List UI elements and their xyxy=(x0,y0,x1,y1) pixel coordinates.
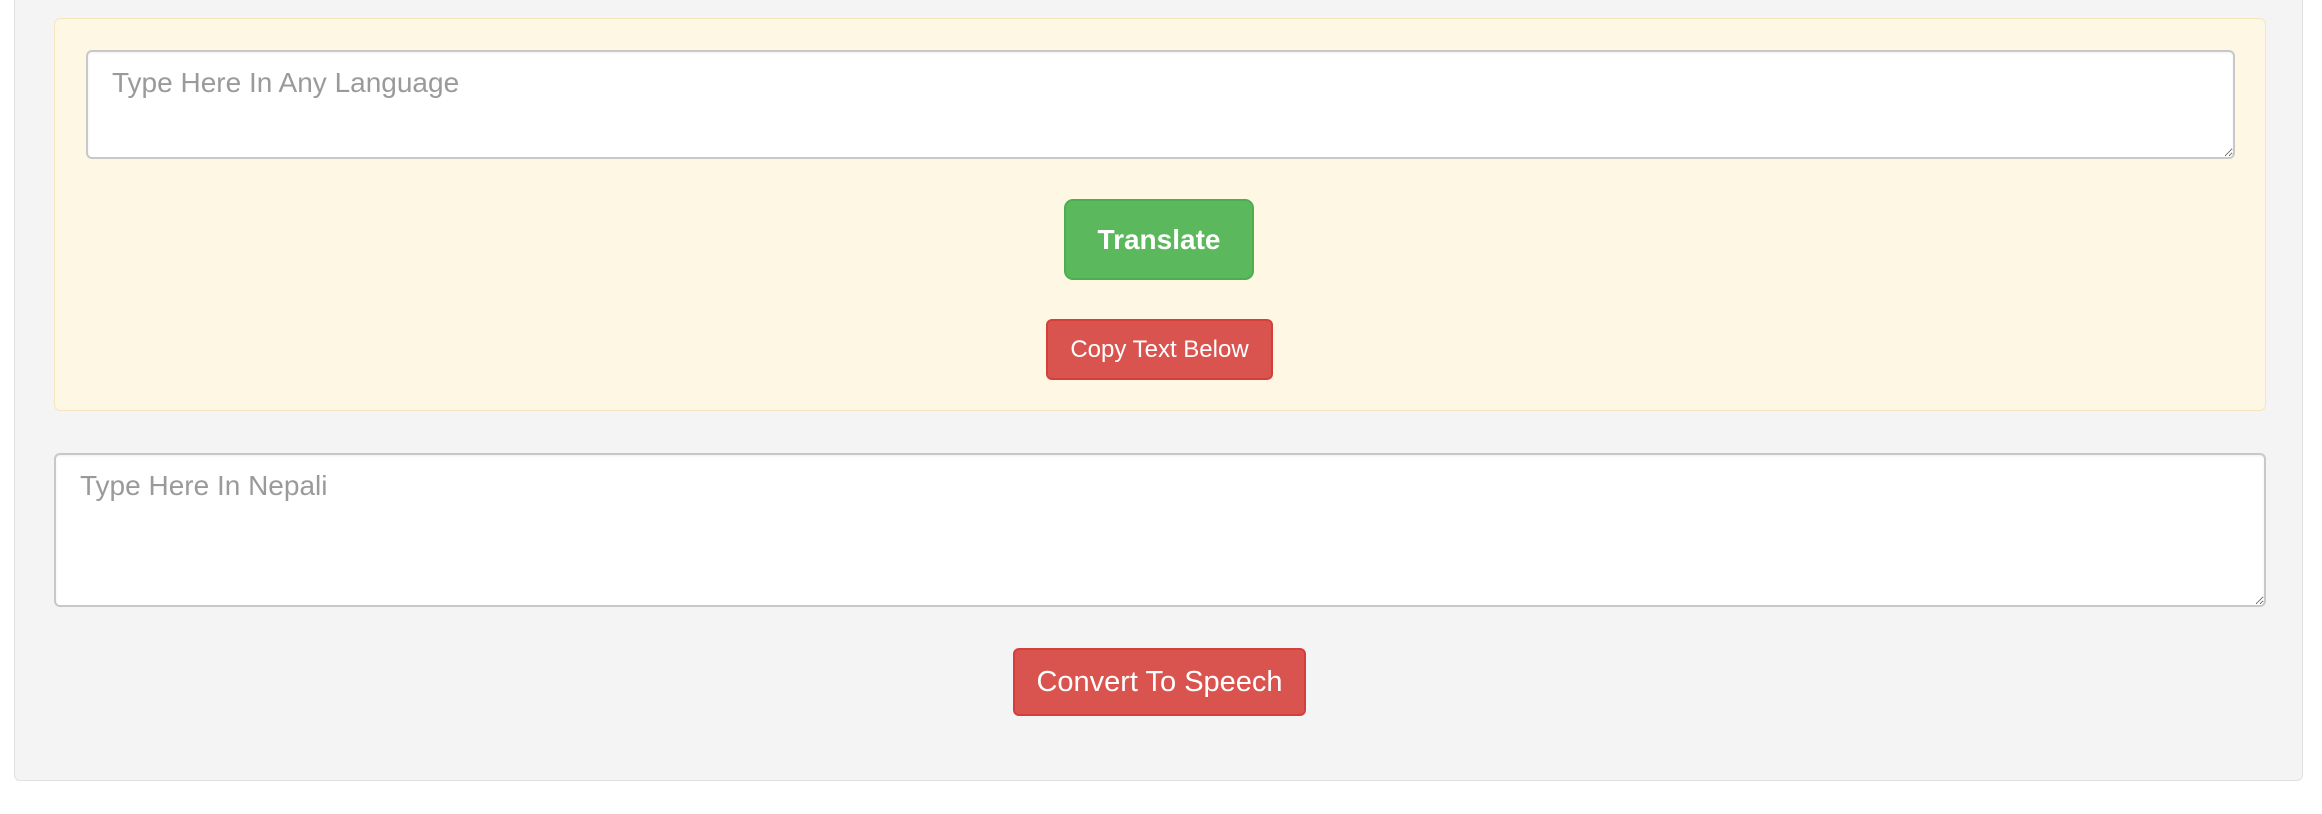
nepali-text-input[interactable] xyxy=(54,453,2266,607)
copy-text-button[interactable]: Copy Text Below xyxy=(1046,319,1273,380)
translate-button[interactable]: Translate xyxy=(1064,199,1254,280)
convert-to-speech-button[interactable]: Convert To Speech xyxy=(1013,648,1306,716)
source-language-input[interactable] xyxy=(86,50,2235,159)
